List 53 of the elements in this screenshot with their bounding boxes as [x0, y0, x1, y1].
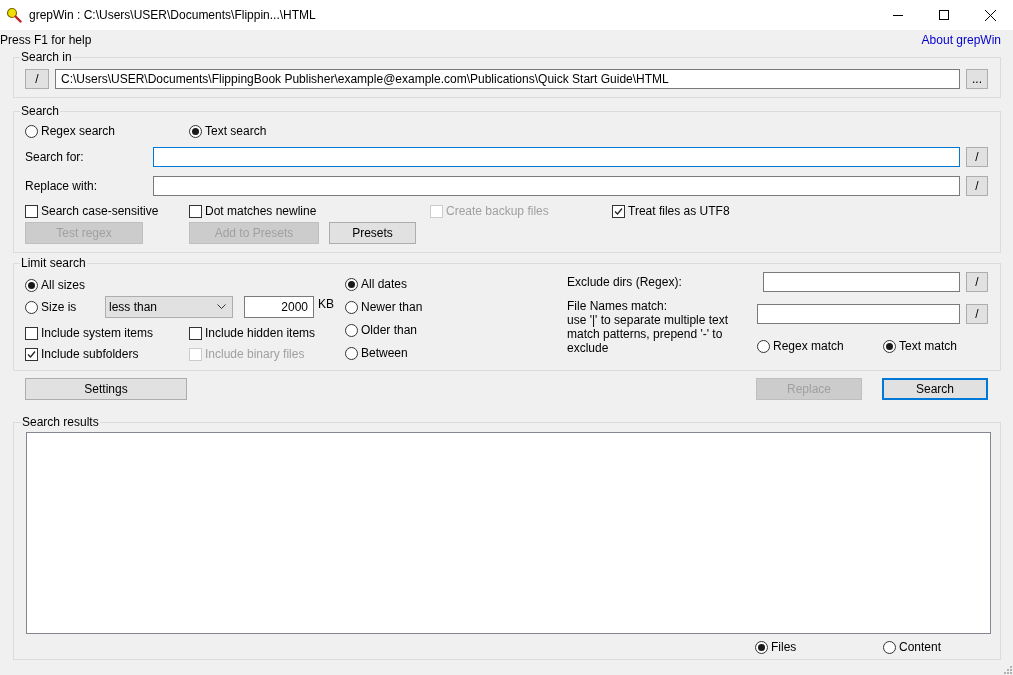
checkbox[interactable]: Dot matches newline [189, 203, 430, 219]
size-field[interactable]: 2000 [244, 296, 314, 318]
radio-button[interactable]: Regex match [757, 338, 883, 354]
field-label: Search for: [25, 149, 85, 164]
field-label: Replace with: [25, 178, 99, 193]
radio-button[interactable]: Text search [189, 123, 267, 139]
group-title: Search in [20, 50, 73, 64]
checkmark-icon [614, 206, 623, 216]
path-field[interactable]: C:\Users\USER\Documents\FlippingBook Publisher\example@example.com\Publications\Quick Start Guide\HTML [55, 69, 960, 89]
window-title: grepWin : C:\Users\USER\Documents\Flippin...\HTML [29, 8, 317, 22]
caret-icon [217, 304, 226, 310]
input-field[interactable] [763, 272, 960, 292]
radio-button[interactable]: Newer than [345, 299, 423, 315]
group-title: Search [20, 104, 61, 118]
radio-button[interactable]: All dates [345, 276, 408, 292]
radio-button[interactable]: Regex search [25, 123, 189, 139]
unit-label: KB [318, 297, 334, 311]
push-button[interactable]: Settings [25, 378, 187, 400]
about-link[interactable]: About grepWin [921, 33, 1001, 47]
regex-button[interactable]: / [966, 176, 988, 196]
radio-button[interactable]: All sizes [25, 277, 85, 293]
checkmark-icon [27, 349, 36, 359]
checkbox[interactable]: Search case-sensitive [25, 203, 189, 219]
regex-button[interactable]: / [966, 147, 988, 167]
radio-button[interactable]: Between [345, 345, 408, 361]
input-field[interactable] [757, 304, 960, 324]
checkbox[interactable]: Include hidden items [189, 325, 316, 341]
close-icon[interactable] [984, 9, 996, 21]
push-button[interactable]: Presets [329, 222, 416, 244]
checkbox[interactable]: Include system items [25, 325, 189, 341]
maximize-icon[interactable] [939, 10, 949, 20]
input-field[interactable] [153, 147, 960, 167]
regex-button[interactable]: / [966, 272, 988, 292]
radio-button[interactable]: Text match [883, 338, 958, 354]
checkbox[interactable]: Include subfolders [25, 346, 189, 362]
radio-button[interactable]: Size is [25, 299, 105, 315]
browse-button[interactable]: ... [966, 69, 988, 89]
comparison-dropdown[interactable]: less than [105, 296, 233, 318]
push-button[interactable]: Search [882, 378, 988, 400]
resize-grip-icon[interactable] [1002, 664, 1012, 674]
input-field[interactable] [153, 176, 960, 196]
regex-button[interactable]: / [966, 304, 988, 324]
radio-button[interactable]: Content [883, 639, 942, 655]
magnifier-icon [6, 7, 22, 23]
field-label: File Names match: use '|' to separate multiple text match patterns, prepend '-' to exclude [567, 299, 730, 355]
radio-button[interactable]: Older than [345, 322, 418, 338]
checkbox[interactable]: Treat files as UTF8 [612, 203, 730, 219]
group-title: Limit search [20, 256, 87, 270]
group-title: Search results [21, 415, 100, 429]
radio-button[interactable]: Files [755, 639, 883, 655]
field-label: Exclude dirs (Regex): [567, 275, 683, 289]
help-hint: Press F1 for help [0, 33, 92, 47]
slash-button[interactable]: / [25, 69, 49, 89]
